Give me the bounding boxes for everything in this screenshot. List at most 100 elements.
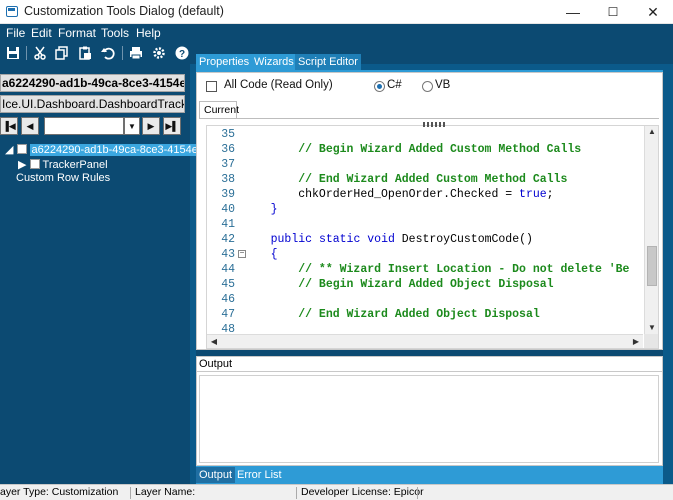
- code-line[interactable]: 46: [207, 292, 643, 307]
- chevron-down-icon[interactable]: ▼: [124, 117, 140, 135]
- undo-icon[interactable]: [99, 44, 117, 62]
- scroll-up-icon[interactable]: ▲: [646, 126, 658, 138]
- line-number: 43: [221, 248, 235, 261]
- previous-record-button[interactable]: ◀: [21, 117, 39, 135]
- node-checkbox[interactable]: [16, 144, 27, 154]
- code-text: // End Wizard Added Object Disposal: [243, 308, 540, 321]
- code-line[interactable]: 36 // Begin Wizard Added Custom Method C…: [207, 142, 643, 157]
- help-icon[interactable]: ?: [173, 44, 191, 62]
- menu-edit[interactable]: Edit: [31, 26, 52, 40]
- tab-output[interactable]: Output: [196, 467, 236, 483]
- code-line[interactable]: 48: [207, 322, 643, 334]
- line-number: 44: [221, 263, 235, 276]
- code-line[interactable]: 40 }: [207, 202, 643, 217]
- node-checkbox[interactable]: [29, 159, 40, 169]
- tab-script-editor[interactable]: Script Editor: [295, 54, 361, 70]
- code-line[interactable]: 44 // ** Wizard Insert Location - Do not…: [207, 262, 643, 277]
- menu-file[interactable]: File: [6, 26, 25, 40]
- radio-vb[interactable]: [422, 81, 433, 92]
- close-button[interactable]: ✕: [633, 0, 673, 24]
- output-textbox[interactable]: [199, 375, 659, 463]
- menu-tools[interactable]: Tools: [101, 26, 129, 40]
- status-separator: [296, 487, 297, 499]
- maximize-button[interactable]: ☐: [593, 0, 633, 24]
- status-separator: [130, 487, 131, 499]
- code-text: // End Wizard Added Custom Method Calls: [243, 173, 568, 186]
- horizontal-scrollbar[interactable]: ◀ ▶: [207, 334, 643, 348]
- line-number: 40: [221, 203, 235, 216]
- menu-help[interactable]: Help: [136, 26, 161, 40]
- copy-icon[interactable]: [53, 44, 71, 62]
- expand-arrow-icon[interactable]: ◢: [5, 144, 17, 156]
- vertical-scrollbar[interactable]: ▲ ▼: [644, 126, 658, 334]
- code-line[interactable]: 41: [207, 217, 643, 232]
- settings-icon[interactable]: [150, 44, 168, 62]
- collapse-arrow-icon[interactable]: ▶: [18, 159, 30, 171]
- code-line[interactable]: 37: [207, 157, 643, 172]
- scrollbar-corner: [644, 334, 658, 348]
- all-code-checkbox[interactable]: [206, 81, 217, 92]
- tab-error-list[interactable]: Error List: [234, 467, 285, 483]
- bottom-tab-strip: Output Error List: [196, 466, 663, 484]
- code-text: {: [243, 248, 278, 261]
- status-bar: ayer Type: Customization Layer Name: Dev…: [0, 484, 673, 500]
- status-layer-name: Layer Name:: [135, 486, 196, 498]
- tab-divider: [199, 118, 659, 119]
- radio-csharp[interactable]: [374, 81, 385, 92]
- next-record-button[interactable]: ▶: [142, 117, 160, 135]
- cut-icon[interactable]: [31, 44, 49, 62]
- class-name-box[interactable]: Ice.UI.Dashboard.DashboardTrackerVie: [0, 95, 185, 113]
- line-number: 35: [221, 128, 235, 141]
- tab-wizards[interactable]: Wizards: [251, 54, 297, 70]
- code-line[interactable]: 39 chkOrderHed_OpenOrder.Checked = true;: [207, 187, 643, 202]
- tab-current[interactable]: Current: [199, 101, 239, 119]
- status-layer-type: ayer Type: Customization: [0, 486, 119, 498]
- output-title: Output: [197, 357, 662, 372]
- code-text: }: [243, 203, 278, 216]
- radio-vb-label: VB: [435, 79, 451, 91]
- first-record-button[interactable]: ▐◀: [0, 117, 18, 135]
- line-number: 48: [221, 323, 235, 334]
- tree-node-custom-row-rules[interactable]: Custom Row Rules: [16, 172, 110, 184]
- app-icon: [6, 6, 18, 17]
- line-number: 45: [221, 278, 235, 291]
- code-line[interactable]: 43− {: [207, 247, 643, 262]
- code-line[interactable]: 38 // End Wizard Added Custom Method Cal…: [207, 172, 643, 187]
- line-number: 46: [221, 293, 235, 306]
- code-line[interactable]: 42 public static void DestroyCustomCode(…: [207, 232, 643, 247]
- title-bar: Customization Tools Dialog (default) — ☐…: [0, 0, 673, 24]
- object-guid-box[interactable]: a6224290-ad1b-49ca-8ce3-4154e57: [0, 74, 185, 92]
- svg-text:?: ?: [179, 49, 185, 60]
- paste-icon[interactable]: [76, 44, 94, 62]
- scroll-right-icon[interactable]: ▶: [630, 336, 642, 348]
- scroll-down-icon[interactable]: ▼: [646, 322, 658, 334]
- script-editor-panel: All Code (Read Only) C# VB Current 35 36 …: [196, 72, 663, 350]
- last-record-button[interactable]: ▶▌: [163, 117, 181, 135]
- code-text: // ** Wizard Insert Location - Do not de…: [243, 263, 630, 276]
- code-line[interactable]: 47 // End Wizard Added Object Disposal: [207, 307, 643, 322]
- output-panel: Output: [196, 356, 663, 466]
- toolbar-separator: [122, 46, 123, 60]
- scroll-left-icon[interactable]: ◀: [208, 336, 220, 348]
- code-lines[interactable]: 35 36 // Begin Wizard Added Custom Method…: [207, 126, 643, 334]
- print-icon[interactable]: [127, 44, 145, 62]
- scroll-thumb[interactable]: [647, 246, 657, 286]
- minimize-button[interactable]: —: [553, 0, 593, 24]
- tree-node-root[interactable]: ◢ a6224290-ad1b-49ca-8ce3-4154e: [5, 143, 200, 156]
- left-panel: a6224290-ad1b-49ca-8ce3-4154e57 Ice.UI.D…: [0, 64, 200, 484]
- code-line[interactable]: 45 // Begin Wizard Added Object Disposal: [207, 277, 643, 292]
- record-selector-input[interactable]: [44, 117, 124, 135]
- code-text: public static void DestroyCustomCode(): [270, 233, 533, 246]
- line-number: 41: [221, 218, 235, 231]
- save-icon[interactable]: [4, 44, 22, 62]
- line-number: 47: [221, 308, 235, 321]
- code-line[interactable]: 35: [207, 127, 643, 142]
- code-editor[interactable]: 35 36 // Begin Wizard Added Custom Method…: [206, 122, 659, 349]
- code-text: chkOrderHed_OpenOrder.Checked = true;: [243, 188, 554, 201]
- tree-node-trackerpanel-label: TrackerPanel: [42, 159, 108, 171]
- editor-options: All Code (Read Only) C# VB: [197, 73, 662, 99]
- tree-node-trackerpanel[interactable]: ▶ TrackerPanel: [18, 158, 108, 171]
- line-number: 36: [221, 143, 235, 156]
- menu-format[interactable]: Format: [58, 26, 96, 40]
- tab-properties[interactable]: Properties: [196, 54, 253, 70]
